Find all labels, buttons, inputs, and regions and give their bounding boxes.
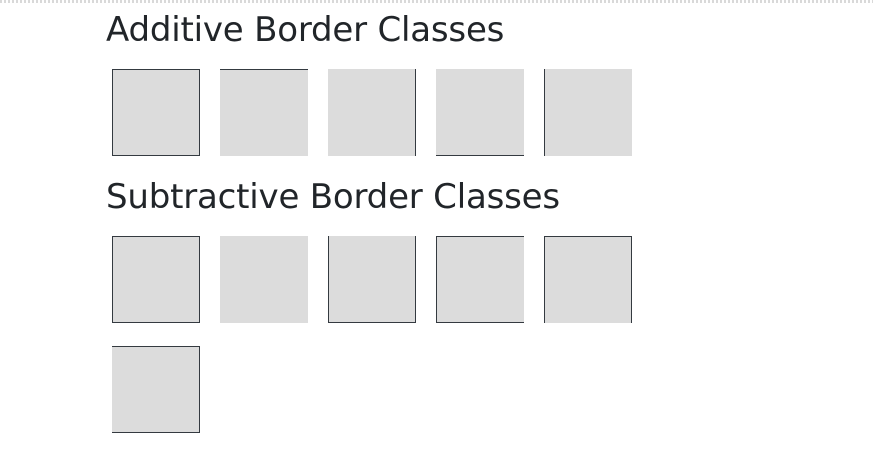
box-border-bottom <box>436 69 524 156</box>
box-border <box>112 236 200 323</box>
subtractive-border-row-2 <box>112 346 200 433</box>
box-border-left <box>544 69 632 156</box>
box-border-right-0 <box>436 236 524 323</box>
subtractive-border-row <box>112 236 632 323</box>
box-border <box>112 69 200 156</box>
box-border-top-0 <box>328 236 416 323</box>
box-border-0 <box>220 236 308 323</box>
box-border-top <box>220 69 308 156</box>
box-border-left-0 <box>112 346 200 433</box>
additive-border-heading: Additive Border Classes <box>106 10 505 50</box>
additive-border-row <box>112 69 632 156</box>
subtractive-border-heading: Subtractive Border Classes <box>106 177 560 217</box>
top-border-strip <box>0 0 873 3</box>
box-border-right <box>328 69 416 156</box>
box-border-bottom-0 <box>544 236 632 323</box>
